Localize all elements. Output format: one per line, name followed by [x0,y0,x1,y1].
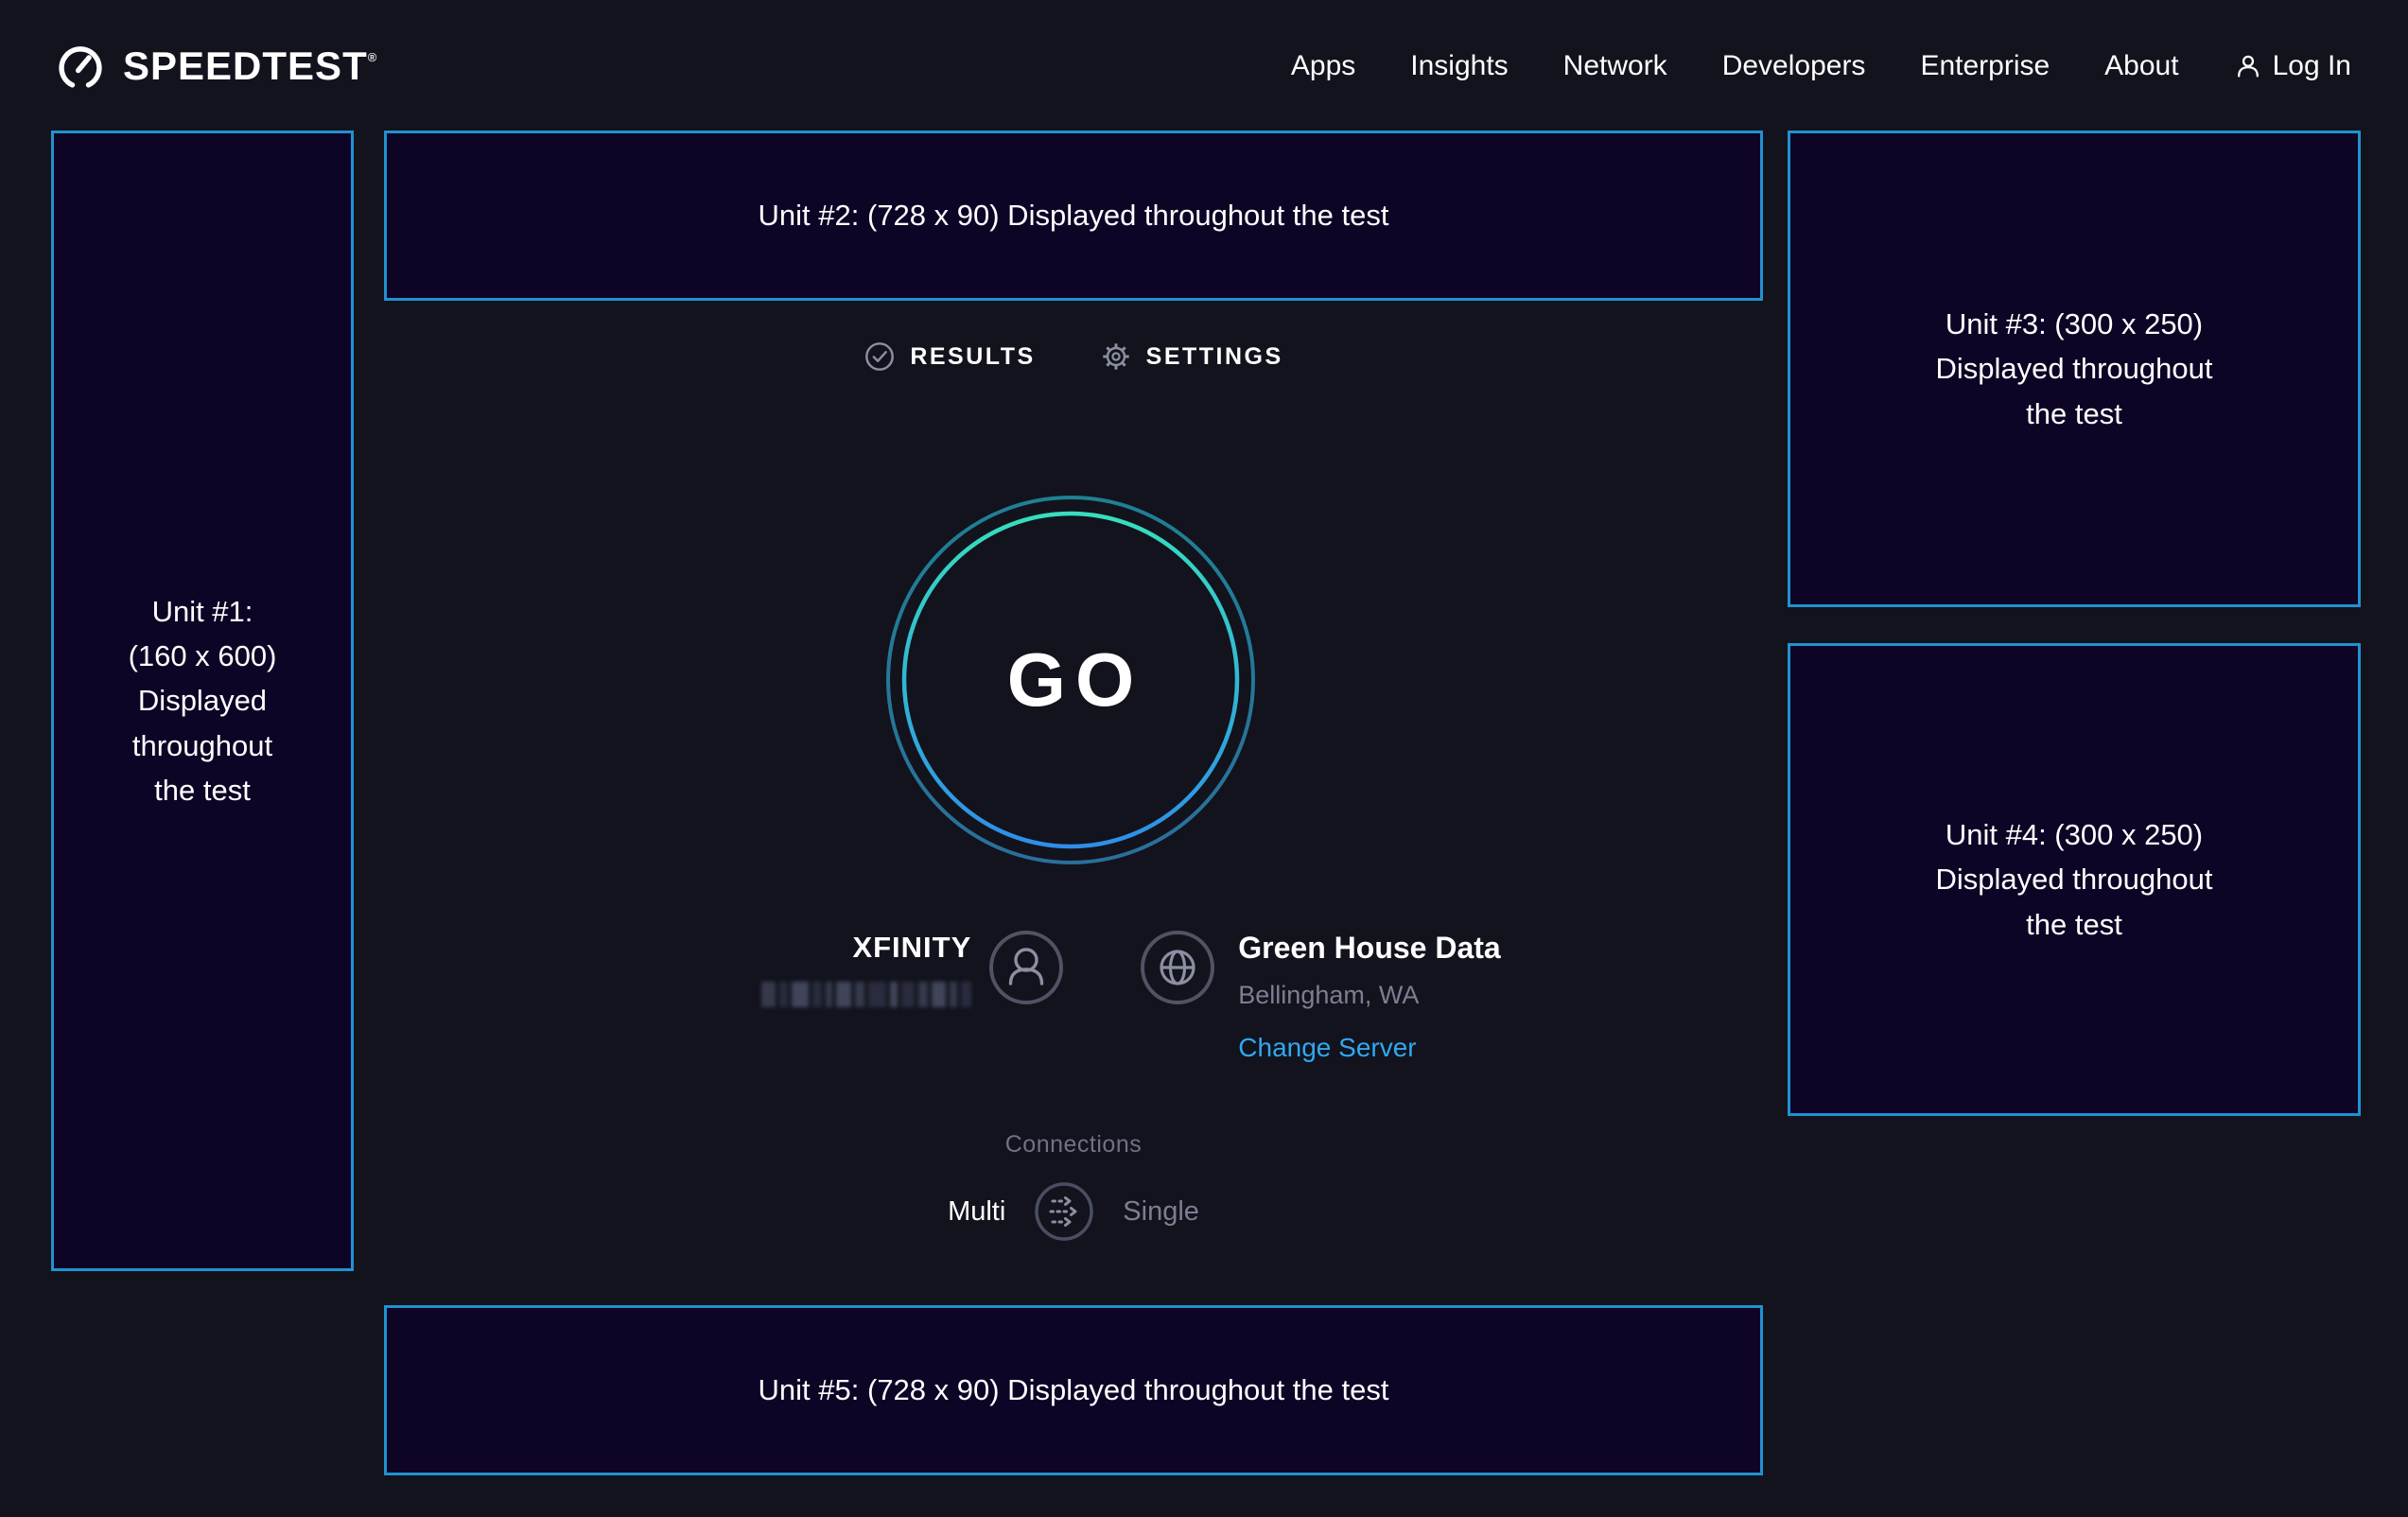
connections-multi-option[interactable]: Multi [948,1196,1005,1228]
server-location: Bellingham, WA [1238,981,1500,1010]
go-button[interactable]: GO [885,495,1256,865]
nav-item-enterprise[interactable]: Enterprise [1920,50,2050,82]
connections-section: Connections Multi Single [384,1131,1763,1242]
ad-unit-3[interactable]: Unit #3: (300 x 250) Displayed throughou… [1788,131,2361,607]
results-settings-tabs: RESULTS SETTINGS [384,340,1763,373]
gear-icon [1100,340,1132,373]
nav-item-developers[interactable]: Developers [1722,50,1866,82]
ad-unit-1[interactable]: Unit #1: (160 x 600) Displayed throughou… [51,131,354,1271]
speedtest-logo[interactable]: SPEEDTEST® [53,39,377,94]
redacted-ip [761,982,971,1007]
tab-settings[interactable]: SETTINGS [1100,340,1283,373]
ad-unit-3-label: Unit #3: (300 x 250) Displayed throughou… [1936,302,2213,435]
main-nav: Apps Insights Network Developers Enterpr… [1291,50,2351,82]
isp-name: XFINITY [761,931,971,965]
ad-unit-4-label: Unit #4: (300 x 250) Displayed throughou… [1936,812,2213,946]
globe-icon [1140,930,1215,1005]
connections-toggle[interactable] [1034,1181,1094,1242]
connections-single-option[interactable]: Single [1123,1196,1199,1228]
nav-item-insights[interactable]: Insights [1410,50,1508,82]
login-button[interactable]: Log In [2234,50,2351,82]
tab-results-label: RESULTS [910,343,1035,371]
change-server-link[interactable]: Change Server [1238,1033,1500,1063]
ad-unit-5-label: Unit #5: (728 x 90) Displayed throughout… [759,1368,1389,1412]
trademark-symbol: ® [368,50,378,64]
check-circle-icon [864,340,896,373]
ad-unit-2[interactable]: Unit #2: (728 x 90) Displayed throughout… [384,131,1763,301]
multi-arrows-icon [1034,1181,1094,1242]
nav-item-network[interactable]: Network [1563,50,1667,82]
isp-block: XFINITY [761,931,971,1007]
go-label: GO [885,495,1256,865]
connection-info-row: XFINITY Green House Data Bellingham, WA … [384,917,1763,1063]
user-icon [2234,52,2262,80]
connections-label: Connections [384,1131,1763,1159]
ad-unit-1-label: Unit #1: (160 x 600) Displayed throughou… [129,589,277,812]
avatar-icon [988,930,1064,1005]
nav-item-about[interactable]: About [2104,50,2178,82]
top-nav: SPEEDTEST® Apps Insights Network Develop… [0,0,2408,132]
nav-item-apps[interactable]: Apps [1291,50,1355,82]
speedometer-icon [53,39,108,94]
tab-results[interactable]: RESULTS [864,340,1035,373]
ad-unit-5[interactable]: Unit #5: (728 x 90) Displayed throughout… [384,1305,1763,1475]
brand-name: SPEEDTEST® [123,44,377,89]
server-block: Green House Data Bellingham, WA Change S… [1238,931,1500,1063]
isp-avatar-badge [988,930,1064,1005]
tab-settings-label: SETTINGS [1146,343,1283,371]
speedtest-page: { "header": { "brand": "SPEEDTEST", "tra… [0,0,2408,1517]
connections-toggle-row: Multi Single [384,1181,1763,1242]
server-name: Green House Data [1238,931,1500,966]
ad-unit-4[interactable]: Unit #4: (300 x 250) Displayed throughou… [1788,643,2361,1116]
server-globe-badge [1140,930,1215,1005]
ad-unit-2-label: Unit #2: (728 x 90) Displayed throughout… [759,193,1389,237]
